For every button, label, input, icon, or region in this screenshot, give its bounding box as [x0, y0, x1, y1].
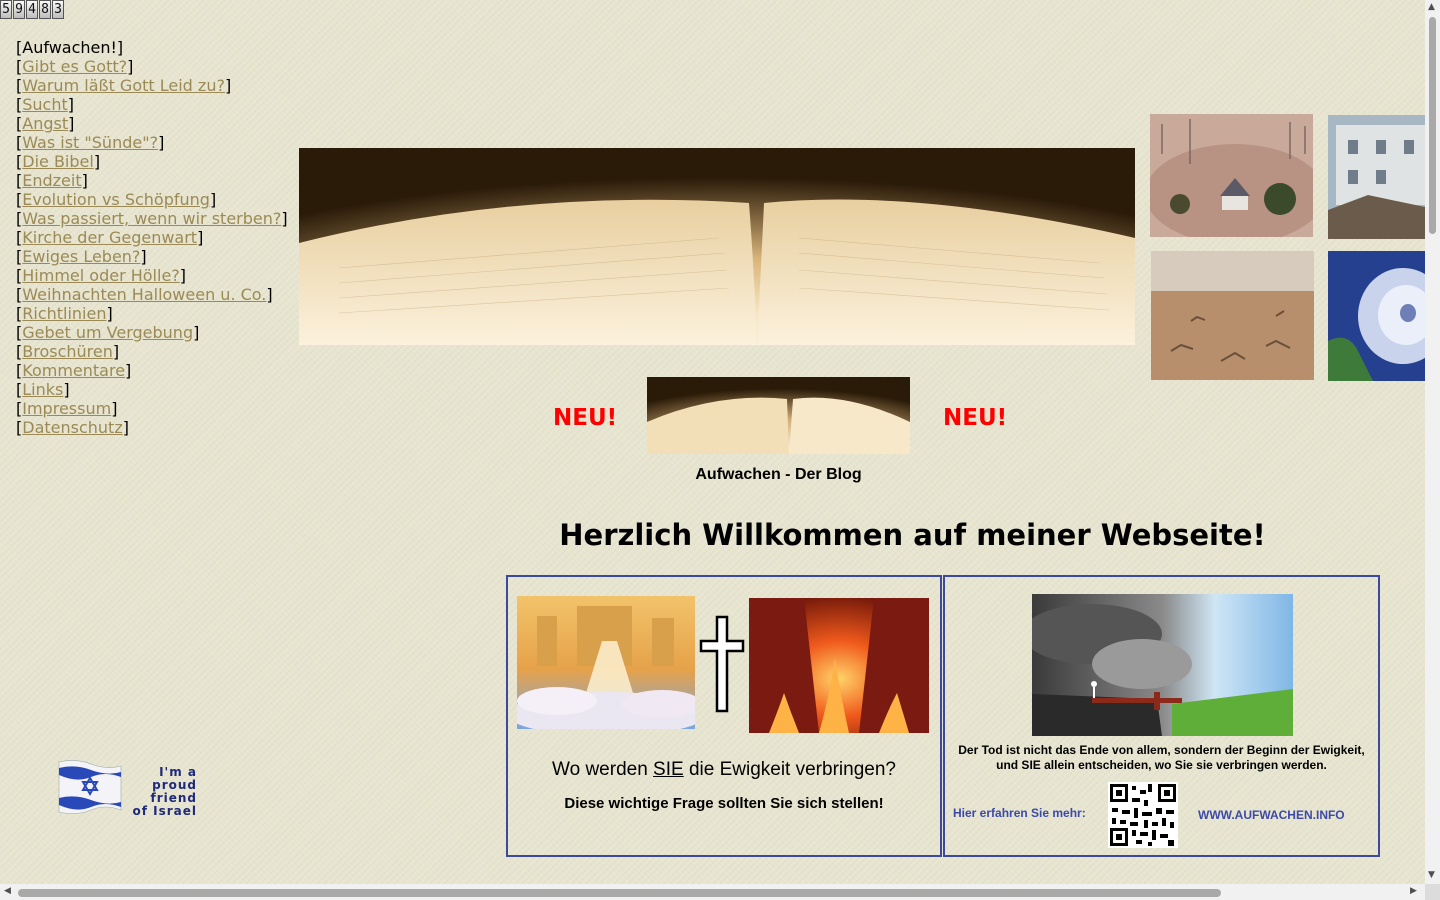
- drought-photo: [1151, 251, 1314, 380]
- menu-item: [Datenschutz]: [16, 418, 129, 437]
- menu-item: [Was passiert, wenn wir sterben?]: [16, 209, 288, 228]
- menu-link[interactable]: Warum läßt Gott Leid zu?: [22, 76, 225, 95]
- menu-link[interactable]: Weihnachten Halloween u. Co.: [22, 285, 266, 304]
- death-info-box: Der Tod ist nicht das Ende von allem, so…: [943, 575, 1380, 857]
- question-subtitle: Diese wichtige Frage sollten Sie sich st…: [564, 795, 884, 812]
- menu-link[interactable]: Gibt es Gott?: [22, 57, 127, 76]
- menu-item: [Evolution vs Schöpfung]: [16, 190, 217, 209]
- menu-link[interactable]: Impressum: [22, 399, 111, 418]
- israel-flag-icon: [58, 760, 122, 814]
- menu-link[interactable]: Was ist "Sünde"?: [22, 133, 158, 152]
- eternity-question: Wo werden SIE die Ewigkeit verbringen?: [508, 759, 940, 781]
- menu-link[interactable]: Angst: [22, 114, 68, 133]
- neu-label-right: NEU!: [943, 405, 1008, 431]
- aufwachen-info-link[interactable]: WWW.AUFWACHEN.INFO: [1198, 808, 1345, 822]
- counter-digit: 3: [52, 0, 64, 19]
- badge-text: I'm a proud friend of Israel: [123, 766, 197, 818]
- menu-link[interactable]: Sucht: [22, 95, 68, 114]
- menu-link[interactable]: Die Bibel: [22, 152, 94, 171]
- menu-item: [Weihnachten Halloween u. Co.]: [16, 285, 273, 304]
- scroll-right-arrow-icon[interactable]: ▶: [1410, 886, 1417, 896]
- israel-friend-badge[interactable]: I'm a proud friend of Israel: [57, 756, 197, 818]
- badge-line-1: I'm a proud: [152, 765, 197, 792]
- neu-label-left: NEU!: [553, 405, 618, 431]
- qr-code-icon[interactable]: [1108, 782, 1178, 848]
- heaven-image: [517, 596, 695, 729]
- menu-item: [Was ist "Sünde"?]: [16, 133, 165, 152]
- menu-link[interactable]: Gebet um Vergebung: [22, 323, 193, 342]
- menu-item: [Links]: [16, 380, 70, 399]
- menu-link[interactable]: Endzeit: [22, 171, 81, 190]
- question-part-1: Wo werden: [552, 759, 654, 780]
- horizontal-scrollbar[interactable]: ◀ ▶: [0, 884, 1425, 900]
- damaged-building-photo: [1328, 115, 1425, 239]
- menu-link[interactable]: Datenschutz: [22, 418, 122, 437]
- visit-counter: 59483: [0, 0, 65, 19]
- menu-item: [Gebet um Vergebung]: [16, 323, 200, 342]
- menu-item: [Endzeit]: [16, 171, 88, 190]
- hero-bible-image: [299, 148, 1135, 345]
- flood-photo: [1150, 114, 1313, 237]
- hurricane-photo: [1328, 251, 1425, 381]
- vertical-scroll-thumb[interactable]: [1429, 17, 1436, 234]
- menu-link[interactable]: Ewiges Leben?: [22, 247, 140, 266]
- menu-item: [Himmel oder Hölle?]: [16, 266, 187, 285]
- menu-item: [Warum läßt Gott Leid zu?]: [16, 76, 232, 95]
- scroll-up-arrow-icon[interactable]: ▲: [1428, 2, 1435, 12]
- hell-image: [749, 598, 929, 733]
- counter-digit: 4: [26, 0, 38, 19]
- menu-link[interactable]: Kommentare: [22, 361, 125, 380]
- menu-current-label: Aufwachen!: [22, 38, 117, 57]
- horizontal-scroll-thumb[interactable]: [18, 889, 1221, 897]
- menu-link[interactable]: Was passiert, wenn wir sterben?: [22, 209, 281, 228]
- menu-item: [Broschüren]: [16, 342, 120, 361]
- menu-link[interactable]: Broschüren: [22, 342, 113, 361]
- menu-item: [Die Bibel]: [16, 152, 101, 171]
- scroll-left-arrow-icon[interactable]: ◀: [4, 886, 11, 896]
- nav-menu: [Aufwachen!] [Gibt es Gott?] [Warum läßt …: [16, 38, 288, 437]
- cross-icon: [699, 615, 745, 713]
- menu-link[interactable]: Richtlinien: [22, 304, 106, 323]
- menu-item: [Kommentare]: [16, 361, 132, 380]
- death-info-text: Der Tod ist nicht das Ende von allem, so…: [958, 743, 1365, 772]
- badge-line-3: of Israel: [132, 804, 197, 818]
- blog-caption[interactable]: Aufwachen - Der Blog: [647, 466, 910, 484]
- menu-link[interactable]: Himmel oder Hölle?: [22, 266, 180, 285]
- menu-item: [Ewiges Leben?]: [16, 247, 147, 266]
- scrollbar-corner: [1425, 884, 1440, 900]
- menu-item: [Angst]: [16, 114, 75, 133]
- menu-item: [Gibt es Gott?]: [16, 57, 134, 76]
- menu-item: [Kirche der Gegenwart]: [16, 228, 204, 247]
- menu-item: [Impressum]: [16, 399, 118, 418]
- more-info-label: Hier erfahren Sie mehr:: [953, 806, 1086, 820]
- death-eternity-image[interactable]: [1032, 594, 1293, 736]
- counter-digit: 9: [13, 0, 25, 19]
- question-emphasis: SIE: [653, 759, 684, 780]
- menu-link[interactable]: Kirche der Gegenwart: [22, 228, 197, 247]
- menu-link[interactable]: Links: [22, 380, 63, 399]
- menu-link[interactable]: Evolution vs Schöpfung: [22, 190, 210, 209]
- counter-digit: 8: [39, 0, 51, 19]
- scroll-down-arrow-icon[interactable]: ▼: [1428, 870, 1435, 880]
- menu-item-current: [Aufwachen!]: [16, 38, 124, 57]
- counter-digit: 5: [0, 0, 12, 19]
- blog-link-image[interactable]: [647, 377, 910, 454]
- eternity-box: Wo werden SIE die Ewigkeit verbringen? D…: [506, 575, 942, 857]
- menu-item: [Richtlinien]: [16, 304, 113, 323]
- menu-item: [Sucht]: [16, 95, 75, 114]
- vertical-scrollbar[interactable]: ▲ ▼: [1425, 0, 1440, 884]
- welcome-heading: Herzlich Willkommen auf meiner Webseite!: [559, 518, 1266, 552]
- question-part-2: die Ewigkeit verbringen?: [683, 759, 896, 780]
- menu-links: [Gibt es Gott?] [Warum läßt Gott Leid zu?…: [16, 57, 288, 437]
